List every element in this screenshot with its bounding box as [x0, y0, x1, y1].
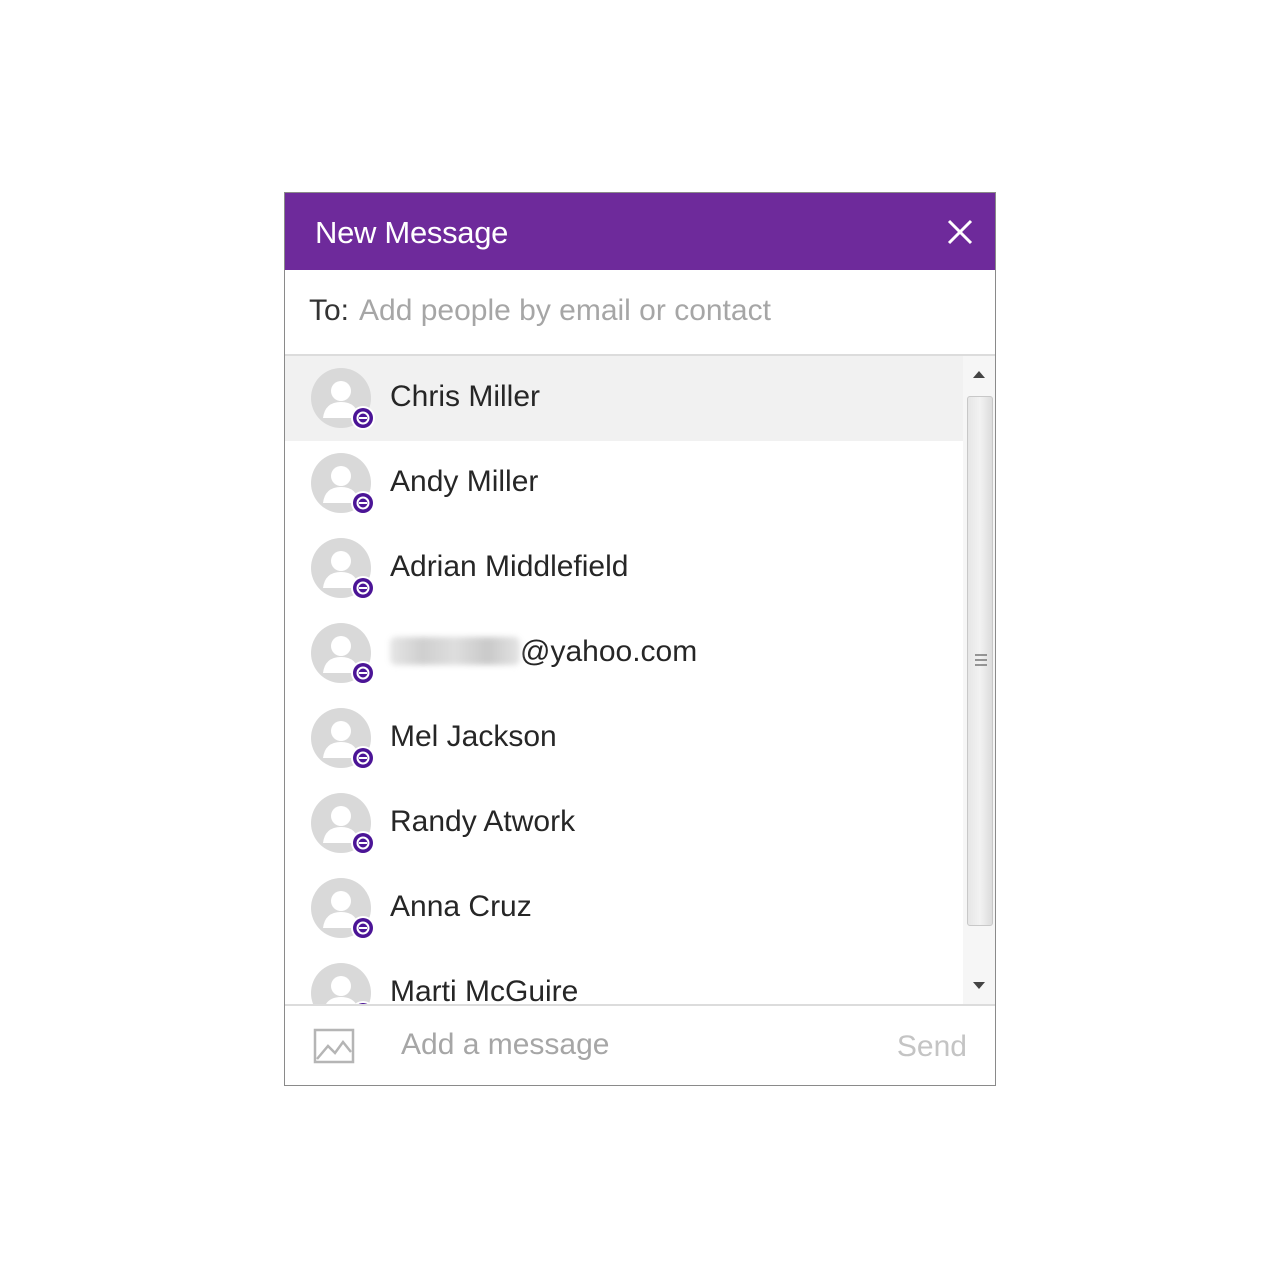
contact-name: Randy Atwork — [390, 805, 576, 838]
recipient-row: To: — [285, 270, 995, 356]
contact-item[interactable]: Marti McGuire — [285, 951, 963, 1004]
new-message-dialog: New Message To: Add people by email or c… — [284, 192, 996, 1086]
close-icon[interactable] — [943, 215, 977, 249]
avatar-icon — [311, 963, 375, 1004]
message-input[interactable] — [401, 1022, 861, 1068]
scrollbar-thumb[interactable] — [967, 396, 993, 926]
send-button[interactable]: Send — [897, 1030, 967, 1064]
contact-email: @yahoo.com — [390, 635, 697, 669]
contact-item[interactable]: @yahoo.com — [285, 611, 963, 696]
chevron-down-icon[interactable] — [963, 968, 995, 1004]
contact-list-scrollbar[interactable] — [963, 356, 995, 1004]
contact-list: Chris Miller Andy Miller Adrian Middlefi… — [285, 356, 963, 1004]
avatar-icon — [311, 708, 375, 772]
to-label: To: — [309, 294, 350, 327]
contact-list-area: Chris Miller Andy Miller Adrian Middlefi… — [285, 356, 995, 1004]
contact-item[interactable]: Anna Cruz — [285, 866, 963, 951]
contact-name: Andy Miller — [390, 465, 539, 498]
image-icon[interactable] — [313, 1028, 357, 1066]
dialog-header: New Message — [285, 193, 995, 270]
email-domain: @yahoo.com — [520, 635, 698, 668]
contact-name: Mel Jackson — [390, 720, 557, 753]
contact-item[interactable]: Mel Jackson — [285, 696, 963, 781]
avatar-icon — [311, 368, 375, 432]
dialog-title: New Message — [315, 215, 509, 250]
contact-item[interactable]: Andy Miller — [285, 441, 963, 526]
avatar-icon — [311, 793, 375, 857]
avatar-icon — [311, 538, 375, 602]
avatar-icon — [311, 623, 375, 687]
contact-name: Marti McGuire — [390, 975, 579, 1004]
contact-item[interactable]: Chris Miller — [285, 356, 963, 441]
avatar-icon — [311, 878, 375, 942]
message-footer: Send — [285, 1004, 995, 1085]
contact-name: Chris Miller — [390, 380, 540, 413]
contact-name: Anna Cruz — [390, 890, 532, 923]
avatar-icon — [311, 453, 375, 517]
grip-icon — [975, 652, 987, 668]
contact-item[interactable]: Randy Atwork — [285, 781, 963, 866]
chevron-up-icon[interactable] — [963, 356, 995, 392]
contact-name: Adrian Middlefield — [390, 550, 629, 583]
recipient-input[interactable] — [359, 288, 959, 334]
redacted-email-user — [390, 637, 520, 665]
contact-item[interactable]: Adrian Middlefield — [285, 526, 963, 611]
